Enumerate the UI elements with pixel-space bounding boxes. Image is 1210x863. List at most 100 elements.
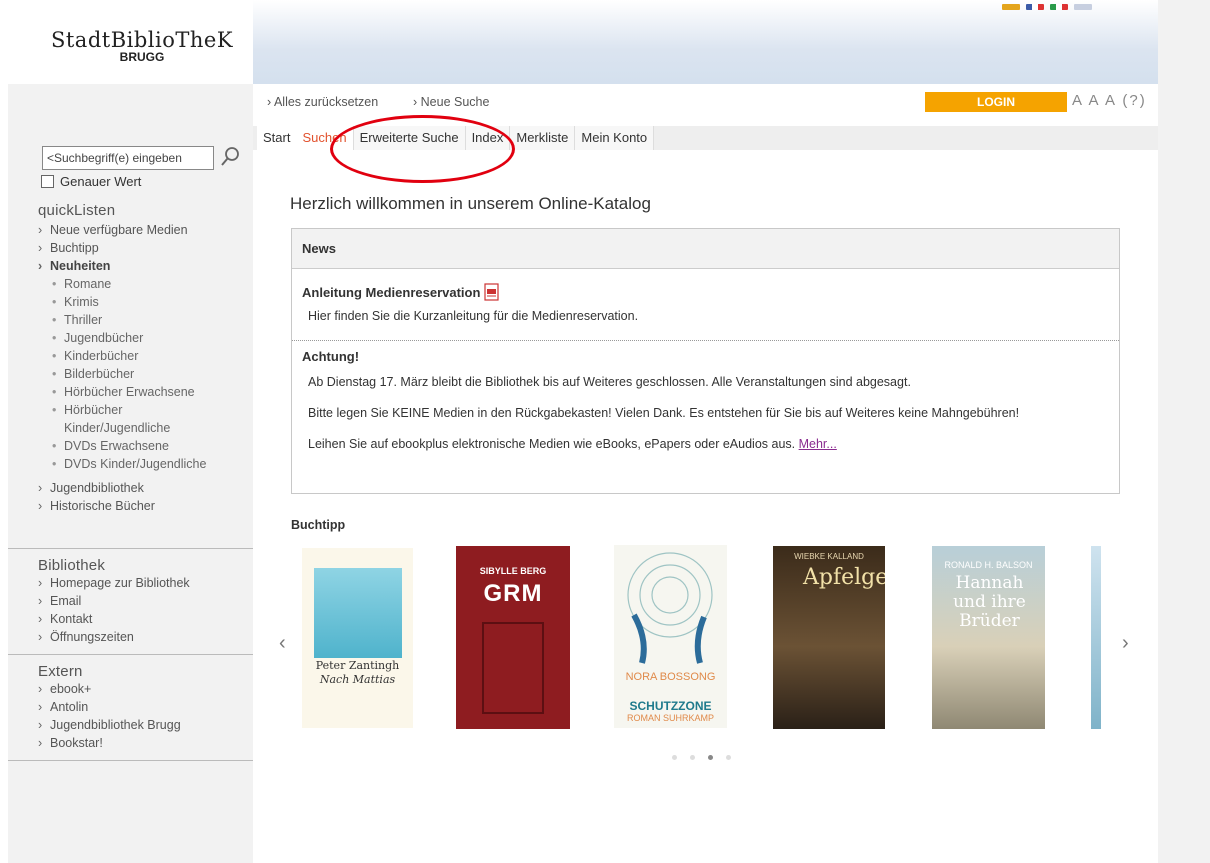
bullet-icon: •	[52, 295, 57, 309]
tab-merkliste[interactable]: Merkliste	[510, 126, 576, 150]
tab-erweiterte-suche[interactable]: Erweiterte Suche	[353, 126, 466, 150]
sidebar-item-bookstar[interactable]: › Bookstar!	[38, 734, 253, 752]
font-size-controls[interactable]: A A A (?)	[1072, 92, 1147, 109]
sidebar-item-neuheiten[interactable]: › Neuheiten	[38, 257, 248, 275]
carousel-dot[interactable]	[672, 755, 677, 760]
library-logo[interactable]: StadtBiblioTheK BRUGG	[30, 28, 254, 64]
news-title: News	[292, 229, 1119, 269]
sidebar-subitem[interactable]: • DVDs Kinder/Jugendliche	[38, 455, 248, 473]
pdf-icon[interactable]	[484, 283, 500, 301]
book-author: WIEBKE KALLAND	[794, 552, 864, 561]
chevron-right-icon: ›	[38, 700, 43, 714]
book-cover[interactable]: NORA BOSSONG SCHUTZZONE ROMAN SUHRKAMP	[614, 545, 727, 728]
sidebar-item-jugendbibliothek-brugg[interactable]: › Jugendbibliothek Brugg	[38, 716, 253, 734]
tab-index[interactable]: Index	[465, 126, 511, 150]
news-item-title[interactable]: Anleitung Medienreservation	[302, 285, 480, 300]
carousel-dot-active[interactable]	[708, 755, 713, 760]
chevron-right-icon: ›	[38, 499, 43, 513]
sidebar-item-ebook[interactable]: › ebook+	[38, 680, 253, 698]
cover-art	[314, 568, 402, 658]
carousel-prev-button[interactable]: ‹	[279, 632, 286, 655]
divider	[8, 548, 253, 549]
sidebar: <Suchbegriff(e) eingeben Genauer Wert qu…	[8, 84, 253, 863]
main-tabs: Start Suchen Erweiterte Suche Index Merk…	[253, 126, 1158, 150]
login-button[interactable]: LOGIN	[925, 92, 1067, 112]
exact-match-checkbox[interactable]: Genauer Wert	[41, 174, 141, 189]
book-cover[interactable]: Peter Zantingh Nach Mattias	[302, 548, 413, 728]
carousel-dots	[672, 755, 731, 760]
sidebar-subitem[interactable]: • Hörbücher Kinder/Jugendliche	[38, 401, 248, 437]
sidebar-item-homepage[interactable]: › Homepage zur Bibliothek	[38, 574, 253, 592]
search-icon[interactable]	[220, 146, 240, 168]
news-panel: News Anleitung Medienreservation Hier fi…	[291, 228, 1120, 494]
carousel-dot[interactable]	[726, 755, 731, 760]
search-input[interactable]: <Suchbegriff(e) eingeben	[42, 146, 214, 170]
tab-mein-konto[interactable]: Mein Konto	[575, 126, 655, 150]
page: StadtBiblioTheK BRUGG <Suchbegriff(e) ei…	[0, 0, 1210, 863]
tab-suchen[interactable]: Suchen	[296, 126, 354, 150]
bullet-icon: •	[52, 367, 57, 381]
flag-it-icon[interactable]	[1050, 4, 1068, 10]
sidebar-item-oeffnungszeiten[interactable]: › Öffnungszeiten	[38, 628, 253, 646]
sidebar-item-buchtipp[interactable]: › Buchtipp	[38, 239, 248, 257]
flag-en-icon[interactable]	[1074, 4, 1092, 10]
language-flags[interactable]	[1002, 4, 1092, 10]
chevron-right-icon: ›	[38, 718, 43, 732]
sidebar-subitem[interactable]: • Bilderbücher	[38, 365, 248, 383]
sidebar-item-antolin[interactable]: › Antolin	[38, 698, 253, 716]
exact-match-label: Genauer Wert	[60, 174, 142, 189]
checkbox-box[interactable]	[41, 175, 54, 188]
sidebar-item-email[interactable]: › Email	[38, 592, 253, 610]
chevron-right-icon: ›	[38, 481, 43, 495]
sidebar-item-historische[interactable]: › Historische Bücher	[38, 497, 248, 515]
book-author: NORA BOSSONG	[625, 671, 716, 683]
sidebar-subitem[interactable]: • Thriller	[38, 311, 248, 329]
chevron-right-icon: ›	[38, 223, 43, 237]
sidebar-subitem[interactable]: • Hörbücher Erwachsene	[38, 383, 248, 401]
bullet-icon: •	[52, 439, 57, 453]
bullet-icon: •	[52, 403, 57, 417]
carousel-dot[interactable]	[690, 755, 695, 760]
book-cover[interactable]: WIEBKE KALLAND Apfelgelb	[773, 546, 885, 729]
book-footer: ROMAN SUHRKAMP	[626, 713, 714, 723]
right-gutter	[1158, 0, 1210, 863]
bullet-icon: •	[52, 331, 57, 345]
header-banner	[253, 0, 1158, 84]
carousel-next-button[interactable]: ›	[1122, 632, 1129, 655]
quicklisten-section: quickListen › Neue verfügbare Medien › Buc…	[38, 202, 248, 515]
logo-sub: BRUGG	[119, 50, 165, 64]
chevron-right-icon: ›	[38, 682, 43, 696]
tab-start[interactable]: Start	[257, 126, 297, 150]
sidebar-subitem[interactable]: • Kinderbücher	[38, 347, 248, 365]
quicklisten-title: quickListen	[38, 202, 116, 219]
bibliothek-title: Bibliothek	[38, 557, 106, 574]
sidebar-subitem[interactable]: • DVDs Erwachsene	[38, 437, 248, 455]
cover-art	[482, 622, 544, 714]
bullet-icon: •	[52, 313, 57, 327]
extern-title: Extern	[38, 663, 83, 680]
more-link[interactable]: Mehr...	[799, 437, 837, 451]
flag-fr-icon[interactable]	[1026, 4, 1044, 10]
book-title: SCHUTZZONE	[629, 699, 712, 713]
book-title: GRM	[483, 580, 543, 607]
book-title: Hannah und ihre Brüder	[953, 573, 1026, 631]
book-cover[interactable]: RONALD H. BALSON Hannah und ihre Brüder	[932, 546, 1045, 729]
bullet-icon: •	[52, 277, 57, 291]
sidebar-subitem[interactable]: • Romane	[38, 275, 248, 293]
breadcrumb-new-search[interactable]: › Neue Suche	[413, 95, 489, 109]
sidebar-subitem[interactable]: • Jugendbücher	[38, 329, 248, 347]
sidebar-item-jugendbibliothek[interactable]: › Jugendbibliothek	[38, 479, 248, 497]
book-cover[interactable]	[1091, 546, 1101, 729]
cover-art	[627, 552, 713, 664]
news-item-achtung: Achtung! Ab Dienstag 17. März bleibt die…	[292, 341, 1119, 451]
chevron-right-icon: ›	[38, 241, 43, 255]
flag-de-icon[interactable]	[1002, 4, 1020, 10]
book-title: Apfelgelb	[803, 565, 885, 590]
book-cover[interactable]: SIBYLLE BERG GRM	[456, 546, 570, 729]
sidebar-subitem[interactable]: • Krimis	[38, 293, 248, 311]
breadcrumb-reset[interactable]: › Alles zurücksetzen	[267, 95, 378, 109]
sidebar-item-new-media[interactable]: › Neue verfügbare Medien	[38, 221, 248, 239]
page-title: Herzlich willkommen in unserem Online-Ka…	[290, 194, 651, 213]
sidebar-item-kontakt[interactable]: › Kontakt	[38, 610, 253, 628]
bullet-icon: •	[52, 349, 57, 363]
